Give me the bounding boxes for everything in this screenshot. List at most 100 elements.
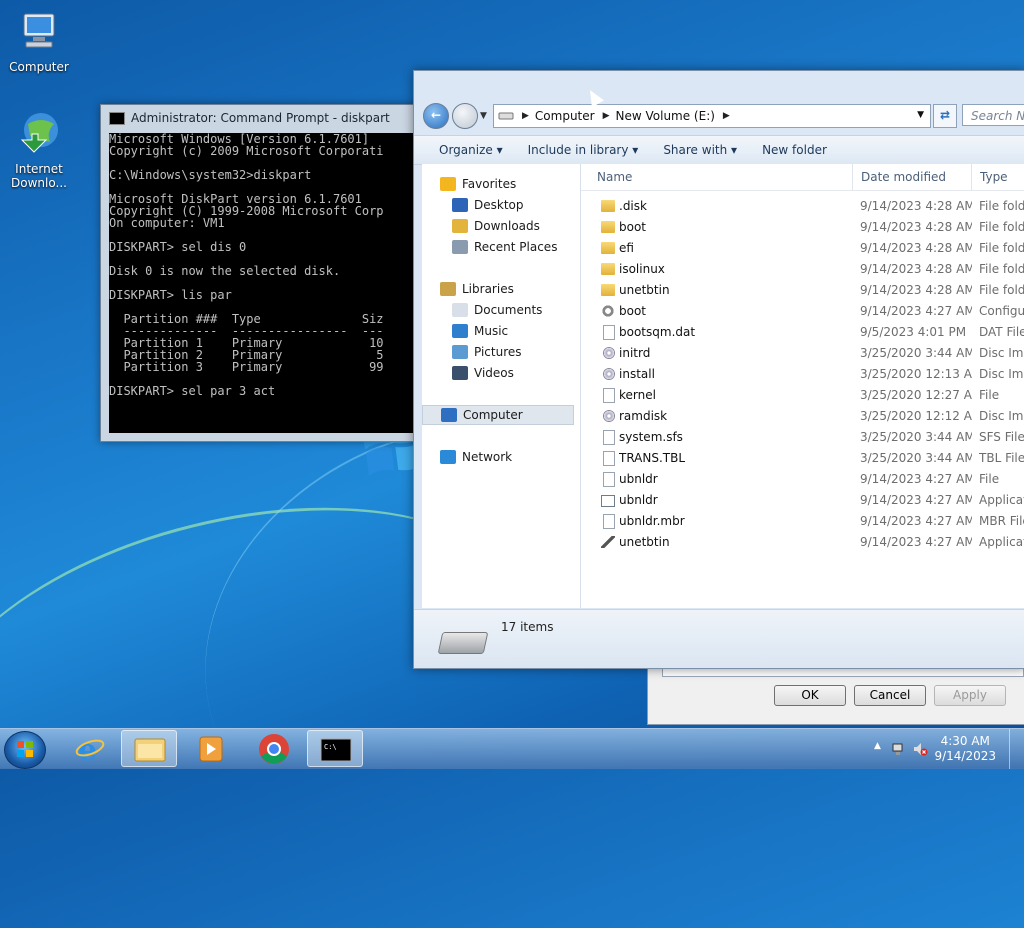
nav-documents[interactable]: Documents — [452, 300, 542, 320]
explorer-window[interactable]: ← ▼ ▶ Computer ▶ New Volume (E:) ▶ ▼ ⇄ S… — [413, 70, 1024, 669]
system-tray: ▲ 4:30 AM 9/14/2023 — [864, 729, 1024, 769]
forward-button[interactable] — [452, 103, 478, 129]
nav-label: Downloads — [474, 219, 540, 233]
folder-icon — [601, 200, 615, 212]
organize-menu[interactable]: Organize ▾ — [439, 143, 503, 157]
file-icon — [603, 430, 615, 445]
show-desktop-button[interactable] — [1009, 729, 1024, 769]
taskbar-internet-explorer[interactable]: e — [62, 730, 118, 768]
desktop-icon-label: Internet Downlo... — [11, 162, 67, 190]
breadcrumb-volume[interactable]: New Volume (E:) — [616, 109, 715, 123]
file-type: File folde — [979, 241, 1024, 255]
properties-dialog[interactable]: OK Cancel Apply — [647, 668, 1024, 725]
nav-libraries[interactable]: Libraries — [440, 279, 514, 299]
internet-explorer-icon: e — [75, 733, 105, 768]
breadcrumb-computer[interactable]: Computer — [535, 109, 595, 123]
file-row[interactable]: boot 9/14/2023 4:27 AM Configu — [581, 301, 1024, 322]
clock[interactable]: 4:30 AM 9/14/2023 — [934, 734, 996, 764]
file-row[interactable]: ubnldr 9/14/2023 4:27 AM Applicat — [581, 490, 1024, 511]
address-bar[interactable]: ▶ Computer ▶ New Volume (E:) ▶ ▼ — [493, 104, 931, 128]
network-icon[interactable] — [891, 741, 907, 757]
file-type: Disc Ima — [979, 367, 1024, 381]
file-row[interactable]: TRANS.TBL 3/25/2020 3:44 AM TBL File — [581, 448, 1024, 469]
desktop-icon-internet-download[interactable]: Internet Downlo... — [0, 110, 78, 190]
nav-favorites[interactable]: Favorites — [440, 174, 516, 194]
file-row[interactable]: install 3/25/2020 12:13 AM Disc Ima — [581, 364, 1024, 385]
taskbar-command-prompt[interactable]: C:\ — [307, 730, 363, 767]
disc-icon — [603, 368, 615, 380]
svg-text:C:\: C:\ — [324, 743, 337, 751]
console-line: Disk 0 is now the selected disk. — [109, 264, 341, 278]
file-row[interactable]: bootsqm.dat 9/5/2023 4:01 PM DAT File — [581, 322, 1024, 343]
column-name[interactable]: Name — [581, 164, 852, 190]
file-name: initrd — [619, 346, 651, 360]
nav-pictures[interactable]: Pictures — [452, 342, 522, 362]
taskbar-media-player[interactable] — [182, 730, 238, 767]
show-hidden-icons-icon[interactable]: ▲ — [874, 741, 881, 751]
nav-videos[interactable]: Videos — [452, 363, 514, 383]
file-type: Disc Ima — [979, 409, 1024, 423]
file-row[interactable]: boot 9/14/2023 4:28 AM File folde — [581, 217, 1024, 238]
column-type[interactable]: Type — [971, 164, 1024, 190]
file-date: 9/14/2023 4:27 AM — [860, 514, 972, 528]
file-row[interactable]: unetbtin 9/14/2023 4:27 AM Applicat — [581, 532, 1024, 553]
taskbar-windows-explorer[interactable] — [121, 730, 177, 767]
nav-downloads[interactable]: Downloads — [452, 216, 540, 236]
file-row[interactable]: ramdisk 3/25/2020 12:12 AM Disc Ima — [581, 406, 1024, 427]
file-row[interactable]: initrd 3/25/2020 3:44 AM Disc Ima — [581, 343, 1024, 364]
file-row[interactable]: isolinux 9/14/2023 4:28 AM File folde — [581, 259, 1024, 280]
include-in-library-menu[interactable]: Include in library ▾ — [528, 143, 639, 157]
breadcrumb-separator-icon: ▶ — [522, 111, 529, 121]
refresh-button[interactable]: ⇄ — [933, 104, 957, 128]
file-row[interactable]: ubnldr.mbr 9/14/2023 4:27 AM MBR File — [581, 511, 1024, 532]
drive-icon — [498, 112, 514, 120]
nav-desktop[interactable]: Desktop — [452, 195, 524, 215]
internet-download-manager-icon — [20, 113, 58, 153]
nav-computer[interactable]: Computer — [422, 405, 574, 425]
recent-pages-dropdown[interactable]: ▼ — [480, 111, 487, 121]
file-type: Disc Ima — [979, 346, 1024, 360]
console-line: Copyright (c) 2009 Microsoft Corporati — [109, 144, 384, 158]
file-name: TRANS.TBL — [619, 451, 686, 465]
nav-music[interactable]: Music — [452, 321, 508, 341]
console-line: DISKPART> sel dis 0 — [109, 240, 247, 254]
file-date: 9/14/2023 4:27 AM — [860, 493, 972, 507]
item-count: 17 items — [501, 620, 554, 634]
file-row[interactable]: unetbtin 9/14/2023 4:28 AM File folde — [581, 280, 1024, 301]
nav-label: Music — [474, 324, 509, 338]
file-row[interactable]: kernel 3/25/2020 12:27 AM File — [581, 385, 1024, 406]
command-prompt-console[interactable]: Microsoft Windows [Version 6.1.7601] Copy… — [109, 133, 431, 433]
file-row[interactable]: .disk 9/14/2023 4:28 AM File folde — [581, 196, 1024, 217]
file-date: 3/25/2020 3:44 AM — [860, 451, 972, 465]
search-input[interactable]: Search Ne — [962, 104, 1024, 126]
details-pane: 17 items — [414, 609, 1024, 668]
apply-button[interactable]: Apply — [934, 685, 1006, 706]
file-type: DAT File — [979, 325, 1024, 339]
column-date-modified[interactable]: Date modified — [852, 164, 971, 190]
nav-network[interactable]: Network — [440, 447, 512, 467]
nav-recent-places[interactable]: Recent Places — [452, 237, 557, 257]
file-row[interactable]: system.sfs 3/25/2020 3:44 AM SFS File — [581, 427, 1024, 448]
command-prompt-window[interactable]: Administrator: Command Prompt - diskpart… — [100, 104, 432, 442]
ok-button[interactable]: OK — [774, 685, 846, 706]
back-button[interactable]: ← — [423, 103, 449, 129]
svg-text:e: e — [78, 733, 97, 767]
start-button[interactable] — [4, 731, 46, 769]
new-folder-button[interactable]: New folder — [762, 143, 827, 157]
share-with-menu[interactable]: Share with ▾ — [663, 143, 737, 157]
file-name: install — [619, 367, 655, 381]
cancel-button[interactable]: Cancel — [854, 685, 926, 706]
desktop-icon-computer[interactable]: Computer — [0, 8, 78, 74]
nav-label: Libraries — [462, 282, 514, 296]
console-line: DISKPART> lis par — [109, 288, 232, 302]
volume-muted-icon[interactable] — [912, 741, 928, 757]
file-row[interactable]: efi 9/14/2023 4:28 AM File folde — [581, 238, 1024, 259]
disc-icon — [603, 410, 615, 422]
downloads-folder-icon — [452, 219, 468, 233]
file-row[interactable]: ubnldr 9/14/2023 4:27 AM File — [581, 469, 1024, 490]
command-prompt-titlebar[interactable]: Administrator: Command Prompt - diskpart — [101, 105, 431, 131]
address-dropdown-icon[interactable]: ▼ — [917, 110, 924, 120]
taskbar-chrome[interactable] — [246, 730, 302, 767]
console-line: C:\Windows\system32>diskpart — [109, 168, 312, 182]
libraries-icon — [440, 282, 456, 296]
